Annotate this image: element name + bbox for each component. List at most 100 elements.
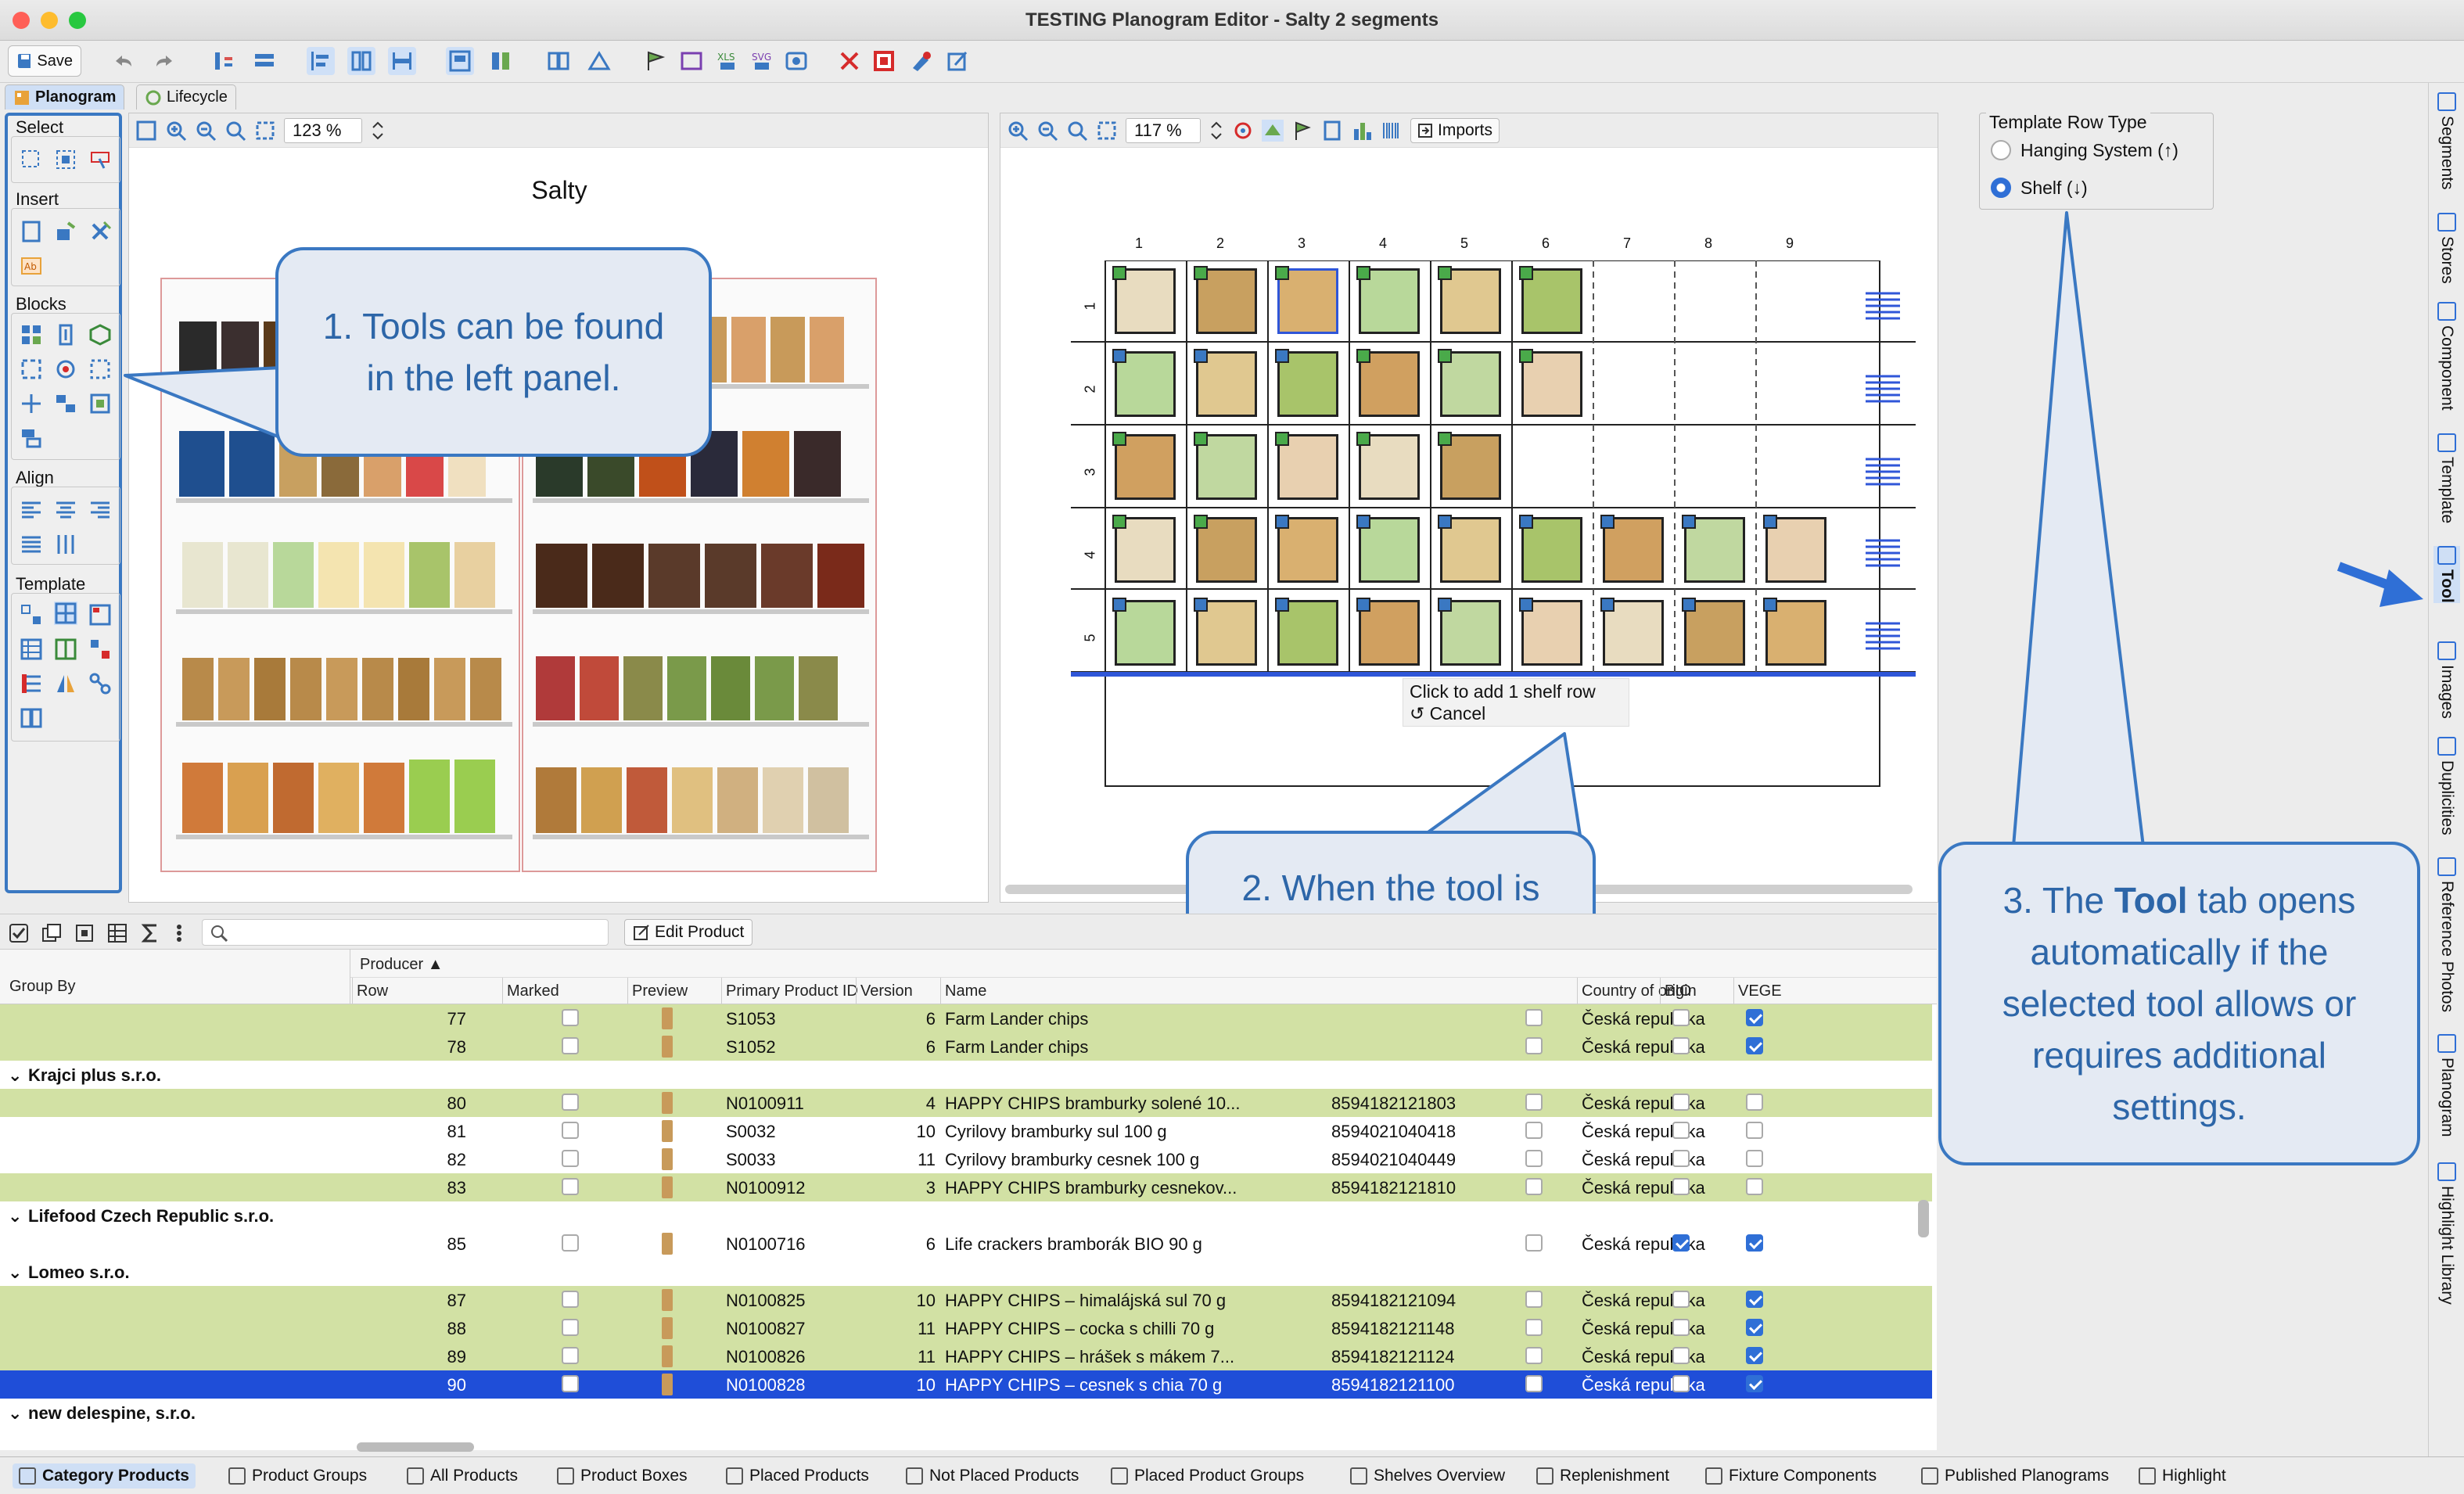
table-row[interactable]: 82 S0033 11 Cyrilovy bramburky cesnek 100 g… [0, 1145, 1932, 1173]
planogram-product[interactable] [1194, 266, 1257, 334]
template-mirror-icon[interactable] [54, 672, 77, 695]
marked-checkbox[interactable] [562, 1375, 579, 1392]
bottom-tab[interactable]: Highlight [2139, 1463, 2226, 1489]
template-link-icon[interactable] [88, 672, 112, 695]
column-separator[interactable] [940, 978, 941, 1004]
vege-checkbox[interactable] [1746, 1347, 1763, 1364]
planogram-product[interactable] [1763, 598, 1826, 666]
table-row[interactable]: 87 N0100825 10 HAPPY CHIPS – himalájská sul… [0, 1286, 1932, 1314]
photo-button[interactable] [782, 47, 810, 75]
template-tree-icon[interactable] [20, 603, 43, 627]
planogram-product[interactable] [1275, 349, 1338, 417]
block-merge-icon[interactable] [88, 392, 112, 415]
marked-checkbox[interactable] [562, 1009, 579, 1026]
table-row[interactable]: 83 N0100912 3 HAPPY CHIPS bramburky cesneko… [0, 1173, 1932, 1201]
insert-product-icon[interactable] [20, 220, 43, 243]
column-separator[interactable] [627, 978, 628, 1004]
producer-header[interactable]: Producer ▲ [360, 956, 444, 974]
column-header[interactable]: VEGE [1738, 982, 1782, 1000]
zoom-in-icon[interactable] [165, 120, 187, 142]
export-xls-button[interactable]: XLS [713, 47, 742, 75]
marked-checkbox[interactable] [562, 1150, 579, 1167]
row-flag-checkbox[interactable] [1525, 1291, 1543, 1308]
block-rotate-icon[interactable] [54, 357, 77, 381]
bio-checkbox[interactable] [1672, 1375, 1690, 1392]
fit-width-icon[interactable] [254, 120, 276, 142]
row-flag-checkbox[interactable] [1525, 1375, 1543, 1392]
row-flag-checkbox[interactable] [1525, 1037, 1543, 1054]
group-chevron-icon[interactable]: ⌄ [8, 1065, 22, 1086]
group-chevron-icon[interactable]: ⌄ [8, 1206, 22, 1226]
group-row[interactable]: ⌄ Lifefood Czech Republic s.r.o. [0, 1201, 1932, 1230]
column-separator[interactable] [1577, 978, 1578, 1004]
sidebar-tab[interactable]: Highlight Library [2433, 1162, 2460, 1305]
planogram-product[interactable] [1356, 515, 1420, 583]
planogram-product[interactable] [1275, 598, 1338, 666]
bio-checkbox[interactable] [1672, 1319, 1690, 1336]
bottom-tab[interactable]: Replenishment [1536, 1463, 1669, 1489]
row-flag-checkbox[interactable] [1525, 1009, 1543, 1026]
marked-checkbox[interactable] [562, 1094, 579, 1111]
marked-checkbox[interactable] [562, 1347, 579, 1364]
planogram-product[interactable] [1275, 266, 1338, 334]
vege-checkbox[interactable] [1746, 1291, 1763, 1308]
insert-duplicate-icon[interactable] [88, 220, 112, 243]
table-row[interactable]: 81 S0032 10 Cyrilovy bramburky sul 100 g 859… [0, 1117, 1932, 1145]
select-group-icon[interactable] [54, 148, 77, 171]
bottom-tab[interactable]: Product Boxes [557, 1463, 688, 1489]
shelf-view-button[interactable] [487, 47, 515, 75]
planogram-product[interactable] [1112, 432, 1176, 500]
bottom-tab[interactable]: All Products [407, 1463, 518, 1489]
shelf-radio[interactable] [1991, 178, 2011, 198]
table-row[interactable]: 88 N0100827 11 HAPPY CHIPS – cocka s chilli… [0, 1314, 1932, 1342]
columns-toggle[interactable] [347, 47, 375, 75]
sidebar-tab[interactable]: Stores [2433, 213, 2460, 284]
column-separator[interactable] [1733, 978, 1734, 1004]
highlight-button[interactable] [907, 47, 936, 75]
select-shelf-icon[interactable] [88, 148, 112, 171]
vege-checkbox[interactable] [1746, 1375, 1763, 1392]
planogram-product[interactable] [1519, 266, 1582, 334]
bottom-tab[interactable]: Placed Products [726, 1463, 869, 1489]
table-row[interactable]: 90 N0100828 10 HAPPY CHIPS – cesnek s chia … [0, 1370, 1932, 1399]
book-view-button[interactable] [544, 47, 573, 75]
sort-button[interactable] [210, 47, 238, 75]
sidebar-tab[interactable]: Segments [2433, 92, 2460, 190]
template-book-icon[interactable] [20, 706, 43, 730]
table-settings-icon[interactable] [106, 922, 128, 944]
column-header[interactable]: Marked [507, 982, 559, 1000]
planogram-product[interactable] [1112, 515, 1176, 583]
bottom-tab[interactable]: Shelves Overview [1350, 1463, 1505, 1489]
bottom-tab[interactable]: Placed Product Groups [1111, 1463, 1304, 1489]
align-left-icon[interactable] [20, 498, 43, 522]
row-flag-checkbox[interactable] [1525, 1319, 1543, 1336]
group-row[interactable]: ⌄ Lomeo s.r.o. [0, 1258, 1932, 1286]
table-row[interactable]: 77 S1053 6 Farm Lander chips Česká republika [0, 1004, 1932, 1033]
bio-checkbox[interactable] [1672, 1009, 1690, 1026]
column-header[interactable]: Name [945, 982, 986, 1000]
bio-checkbox[interactable] [1672, 1037, 1690, 1054]
planogram-product[interactable] [1194, 515, 1257, 583]
planogram-product[interactable] [1682, 598, 1745, 666]
bottom-tab[interactable]: Category Products [13, 1463, 196, 1489]
row-flag-checkbox[interactable] [1525, 1178, 1543, 1195]
refresh-icon[interactable] [1232, 120, 1254, 142]
sidebar-tab[interactable]: Planogram [2433, 1034, 2460, 1137]
flag-icon[interactable] [1291, 120, 1313, 142]
planogram-product[interactable] [1194, 432, 1257, 500]
block-stack-icon[interactable] [20, 426, 43, 450]
marked-checkbox[interactable] [562, 1291, 579, 1308]
planogram-product[interactable] [1600, 515, 1664, 583]
planogram-product[interactable] [1519, 349, 1582, 417]
template-rows-icon[interactable] [20, 672, 43, 695]
planogram-product[interactable] [1194, 349, 1257, 417]
copy-icon[interactable] [41, 922, 63, 944]
template-shelves-icon[interactable] [88, 603, 112, 627]
template-table-icon[interactable] [20, 637, 43, 661]
marked-checkbox[interactable] [562, 1319, 579, 1336]
sidebar-tab[interactable]: Reference Photos [2433, 857, 2460, 1012]
bio-checkbox[interactable] [1672, 1094, 1690, 1111]
bio-checkbox[interactable] [1672, 1122, 1690, 1139]
group-chevron-icon[interactable]: ⌄ [8, 1403, 22, 1424]
planogram-product[interactable] [1275, 432, 1338, 500]
